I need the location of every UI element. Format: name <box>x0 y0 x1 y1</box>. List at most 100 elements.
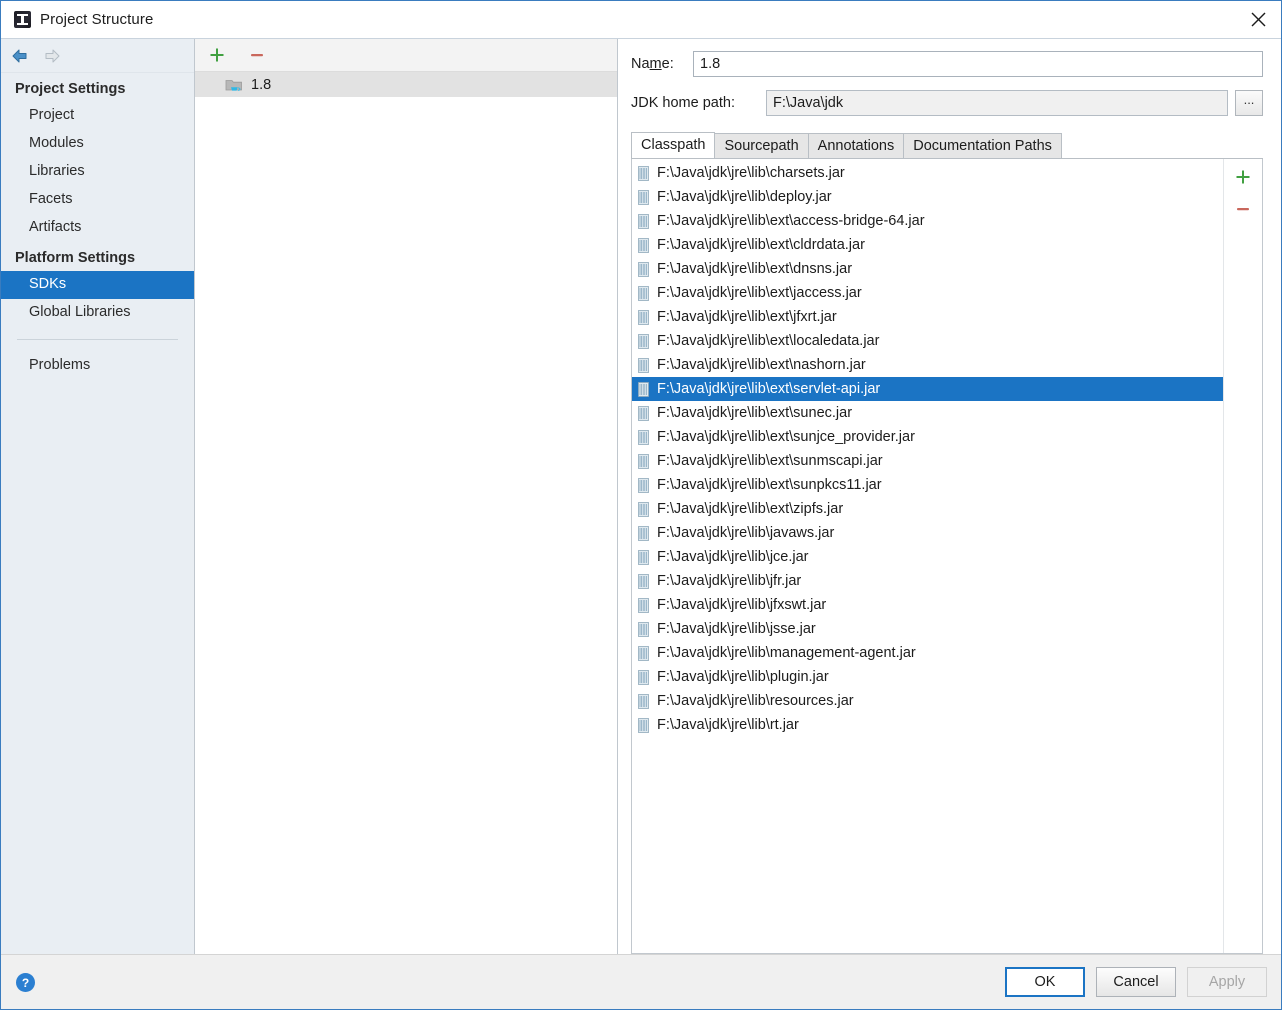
classpath-row[interactable]: F:\Java\jdk\jre\lib\ext\nashorn.jar <box>632 353 1223 377</box>
sidebar-item-global-libraries[interactable]: Global Libraries <box>1 299 194 327</box>
jar-file-icon <box>638 405 649 421</box>
tab-documentation-paths[interactable]: Documentation Paths <box>903 133 1062 158</box>
window-title: Project Structure <box>40 11 154 28</box>
sidebar-item-project[interactable]: Project <box>1 102 194 130</box>
name-row: Name: <box>631 51 1263 77</box>
intellij-idea-icon <box>14 11 31 28</box>
dialog-footer: ? OK Cancel Apply <box>1 954 1281 1009</box>
classpath-entry-label: F:\Java\jdk\jre\lib\charsets.jar <box>657 165 845 181</box>
classpath-row[interactable]: F:\Java\jdk\jre\lib\ext\sunmscapi.jar <box>632 449 1223 473</box>
ok-button[interactable]: OK <box>1005 967 1085 997</box>
jar-file-icon <box>638 453 649 469</box>
list-item[interactable]: 1.8 <box>195 72 617 97</box>
classpath-row[interactable]: F:\Java\jdk\jre\lib\ext\localedata.jar <box>632 329 1223 353</box>
classpath-row[interactable]: F:\Java\jdk\jre\lib\jsse.jar <box>632 617 1223 641</box>
tab-sourcepath[interactable]: Sourcepath <box>714 133 809 158</box>
classpath-row[interactable]: F:\Java\jdk\jre\lib\ext\access-bridge-64… <box>632 209 1223 233</box>
close-icon[interactable] <box>1235 1 1281 37</box>
add-sdk-icon[interactable] <box>207 45 227 65</box>
classpath-row[interactable]: F:\Java\jdk\jre\lib\charsets.jar <box>632 161 1223 185</box>
classpath-entry-label: F:\Java\jdk\jre\lib\ext\access-bridge-64… <box>657 213 925 229</box>
classpath-row[interactable]: F:\Java\jdk\jre\lib\ext\cldrdata.jar <box>632 233 1223 257</box>
classpath-row[interactable]: F:\Java\jdk\jre\lib\ext\sunjce_provider.… <box>632 425 1223 449</box>
sidebar-item-facets[interactable]: Facets <box>1 186 194 214</box>
jar-file-icon <box>638 669 649 685</box>
jar-file-icon <box>638 165 649 181</box>
dialog-content: Project Settings Project Modules Librari… <box>1 38 1281 954</box>
classpath-row[interactable]: F:\Java\jdk\jre\lib\plugin.jar <box>632 665 1223 689</box>
classpath-entry-label: F:\Java\jdk\jre\lib\ext\sunmscapi.jar <box>657 453 883 469</box>
sdk-details-panel: Name: JDK home path: ... Classpath Sourc… <box>618 39 1281 954</box>
classpath-row[interactable]: F:\Java\jdk\jre\lib\ext\jfxrt.jar <box>632 305 1223 329</box>
cancel-button[interactable]: Cancel <box>1096 967 1176 997</box>
jar-file-icon <box>638 693 649 709</box>
classpath-entry-label: F:\Java\jdk\jre\lib\jce.jar <box>657 549 809 565</box>
classpath-row[interactable]: F:\Java\jdk\jre\lib\ext\zipfs.jar <box>632 497 1223 521</box>
classpath-row[interactable]: F:\Java\jdk\jre\lib\rt.jar <box>632 713 1223 737</box>
jar-file-icon <box>638 717 649 733</box>
classpath-row[interactable]: F:\Java\jdk\jre\lib\ext\sunec.jar <box>632 401 1223 425</box>
classpath-row[interactable]: F:\Java\jdk\jre\lib\ext\jaccess.jar <box>632 281 1223 305</box>
remove-classpath-icon[interactable] <box>1233 199 1253 219</box>
jar-file-icon <box>638 573 649 589</box>
help-icon[interactable]: ? <box>15 972 36 993</box>
jdk-home-path-row: JDK home path: ... <box>631 90 1263 116</box>
tab-annotations[interactable]: Annotations <box>807 133 905 158</box>
classpath-row[interactable]: F:\Java\jdk\jre\lib\jfr.jar <box>632 569 1223 593</box>
classpath-row[interactable]: F:\Java\jdk\jre\lib\jfxswt.jar <box>632 593 1223 617</box>
classpath-side-toolbar <box>1223 159 1262 953</box>
classpath-entry-label: F:\Java\jdk\jre\lib\jsse.jar <box>657 621 816 637</box>
name-label: Name: <box>631 56 674 72</box>
classpath-entry-label: F:\Java\jdk\jre\lib\plugin.jar <box>657 669 829 685</box>
apply-button[interactable]: Apply <box>1187 967 1267 997</box>
classpath-row[interactable]: F:\Java\jdk\jre\lib\javaws.jar <box>632 521 1223 545</box>
sidebar-item-artifacts[interactable]: Artifacts <box>1 214 194 242</box>
sidebar-item-libraries[interactable]: Libraries <box>1 158 194 186</box>
classpath-entry-label: F:\Java\jdk\jre\lib\jfxswt.jar <box>657 597 827 613</box>
back-arrow-icon[interactable] <box>10 46 30 66</box>
sidebar-item-sdks[interactable]: SDKs <box>1 271 194 299</box>
classpath-entry-label: F:\Java\jdk\jre\lib\ext\dnsns.jar <box>657 261 853 277</box>
jar-file-icon <box>638 357 649 373</box>
classpath-entry-label: F:\Java\jdk\jre\lib\resources.jar <box>657 693 854 709</box>
classpath-row[interactable]: F:\Java\jdk\jre\lib\management-agent.jar <box>632 641 1223 665</box>
jar-file-icon <box>638 285 649 301</box>
classpath-entry-label: F:\Java\jdk\jre\lib\ext\sunpkcs11.jar <box>657 477 882 493</box>
classpath-row[interactable]: F:\Java\jdk\jre\lib\deploy.jar <box>632 185 1223 209</box>
sidebar-divider <box>17 339 178 340</box>
jar-file-icon <box>638 381 649 397</box>
sidebar-item-problems[interactable]: Problems <box>1 352 194 380</box>
classpath-entry-label: F:\Java\jdk\jre\lib\ext\servlet-api.jar <box>657 381 881 397</box>
jar-file-icon <box>638 237 649 253</box>
add-classpath-icon[interactable] <box>1233 167 1253 187</box>
jar-file-icon <box>638 549 649 565</box>
classpath-row[interactable]: F:\Java\jdk\jre\lib\ext\servlet-api.jar <box>632 377 1223 401</box>
browse-button[interactable]: ... <box>1235 90 1263 116</box>
jdk-folder-icon <box>225 77 243 93</box>
sidebar-item-modules[interactable]: Modules <box>1 130 194 158</box>
tab-classpath[interactable]: Classpath <box>631 132 716 158</box>
settings-sidebar: Project Settings Project Modules Librari… <box>1 39 195 954</box>
sdk-list-toolbar <box>195 39 617 72</box>
jar-file-icon <box>638 477 649 493</box>
remove-sdk-icon[interactable] <box>247 45 267 65</box>
classpath-row[interactable]: F:\Java\jdk\jre\lib\ext\sunpkcs11.jar <box>632 473 1223 497</box>
classpath-row[interactable]: F:\Java\jdk\jre\lib\ext\dnsns.jar <box>632 257 1223 281</box>
svg-text:?: ? <box>22 976 29 990</box>
classpath-entry-label: F:\Java\jdk\jre\lib\ext\sunjce_provider.… <box>657 429 915 445</box>
sidebar-group-platform-settings: Platform Settings <box>15 250 136 266</box>
forward-arrow-icon <box>42 46 62 66</box>
classpath-area: F:\Java\jdk\jre\lib\charsets.jar F:\Java\… <box>631 159 1263 954</box>
classpath-row[interactable]: F:\Java\jdk\jre\lib\jce.jar <box>632 545 1223 569</box>
jar-file-icon <box>638 501 649 517</box>
jdk-home-path-label: JDK home path: <box>631 95 735 111</box>
jar-file-icon <box>638 213 649 229</box>
classpath-row[interactable]: F:\Java\jdk\jre\lib\resources.jar <box>632 689 1223 713</box>
classpath-list[interactable]: F:\Java\jdk\jre\lib\charsets.jar F:\Java\… <box>632 159 1223 953</box>
sdk-name-input[interactable] <box>693 51 1263 77</box>
sdk-list[interactable]: 1.8 <box>195 72 617 954</box>
jdk-home-path-input[interactable] <box>766 90 1228 116</box>
jar-file-icon <box>638 645 649 661</box>
title-bar: Project Structure <box>1 1 1281 38</box>
classpath-entry-label: F:\Java\jdk\jre\lib\ext\zipfs.jar <box>657 501 844 517</box>
